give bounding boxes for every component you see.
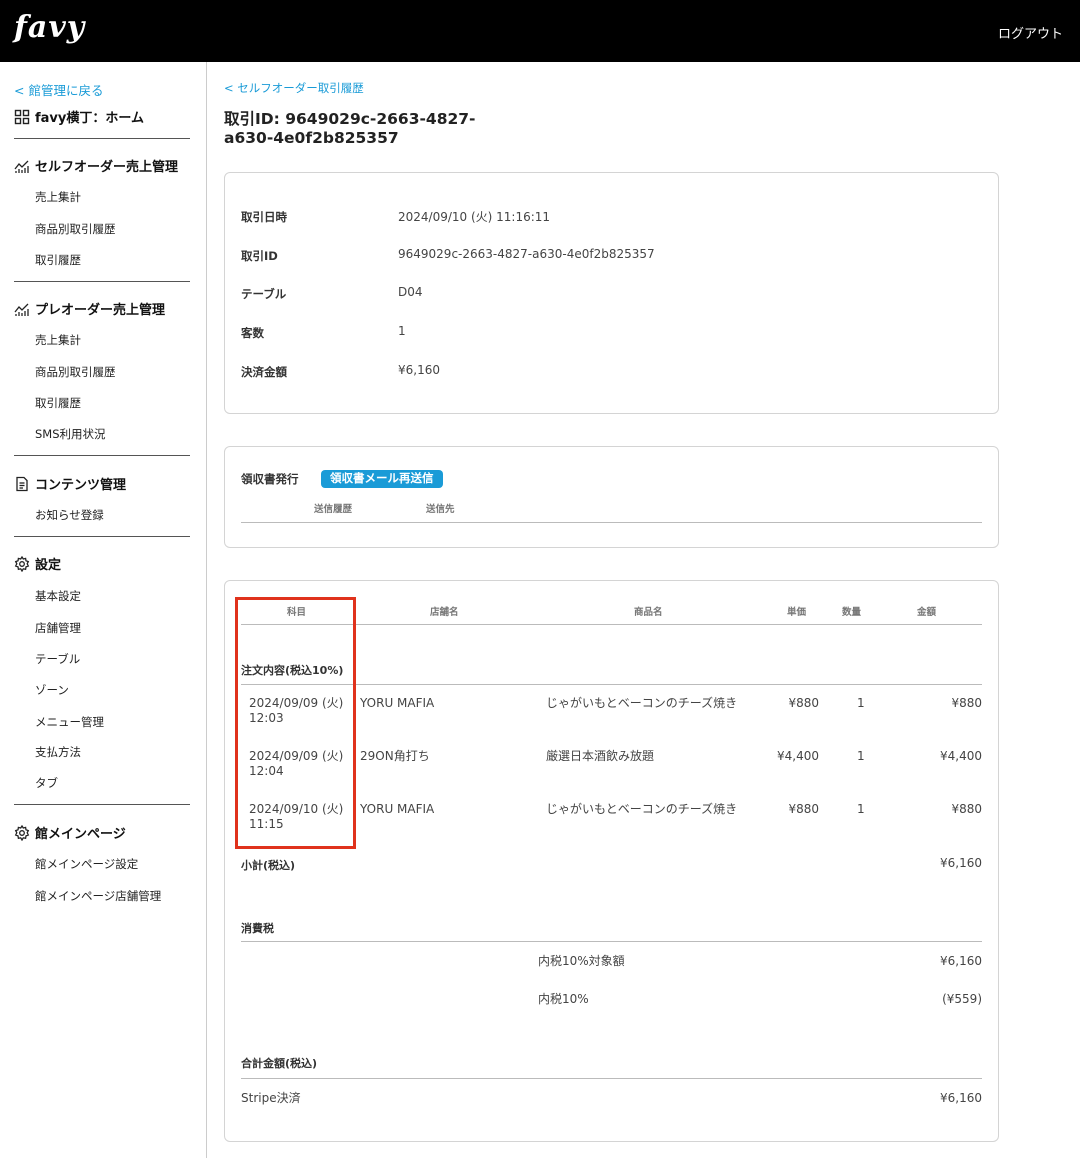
row-product: じゃがいもとベーコンのチーズ焼き xyxy=(546,696,738,710)
col-amount: 金額 xyxy=(917,607,937,618)
sidebar-divider xyxy=(14,281,190,282)
favy-logo[interactable]: favy xyxy=(14,10,85,45)
transaction-summary-card: 取引日時 2024/09/10 (火) 11:16:11 取引ID 964902… xyxy=(224,172,999,414)
sidebar-section-pre-order-sales[interactable]: プレオーダー売上管理 xyxy=(14,299,165,318)
chart-icon xyxy=(14,303,29,316)
sidebar-item-main-page-stores[interactable]: 館メインページ店舗管理 xyxy=(35,888,161,904)
total-divider xyxy=(241,1078,982,1079)
payment-method: Stripe決済 xyxy=(241,1091,301,1105)
gear-icon xyxy=(14,824,30,841)
col-store: 店舗名 xyxy=(430,607,459,618)
back-to-admin-link[interactable]: < 館管理に戻る xyxy=(14,80,103,99)
row-quantity: 1 xyxy=(857,696,865,710)
sidebar-item-payment-methods[interactable]: 支払方法 xyxy=(35,744,81,760)
document-icon xyxy=(16,476,28,491)
summary-label: 取引ID xyxy=(241,249,278,263)
row-product: 厳選日本酒飲み放題 xyxy=(546,749,655,763)
sidebar-item-tabs[interactable]: タブ xyxy=(35,775,58,791)
tax-row-label: 内税10% xyxy=(538,992,589,1006)
summary-label: 客数 xyxy=(241,326,264,340)
row-unit-price: ¥880 xyxy=(788,802,819,816)
sidebar-item-tables[interactable]: テーブル xyxy=(35,651,80,667)
row-store: YORU MAFIA xyxy=(360,696,435,710)
sidebar-section-title: 設定 xyxy=(35,558,62,573)
sidebar-section-settings[interactable]: 設定 xyxy=(14,554,61,573)
receipt-col-history: 送信履歴 xyxy=(314,504,353,515)
sidebar-item-main-page-settings[interactable]: 館メインページ設定 xyxy=(35,856,138,872)
receipt-label: 領収書発行 xyxy=(241,472,299,486)
sidebar-item-sms-usage[interactable]: SMS利用状況 xyxy=(35,426,106,442)
sidebar-item-news[interactable]: お知らせ登録 xyxy=(35,507,104,523)
row-amount: ¥4,400 xyxy=(940,749,982,763)
tax-row-value: (¥559) xyxy=(942,992,982,1006)
highlight-box xyxy=(235,597,356,849)
sidebar-section-title: 館メインページ xyxy=(35,827,126,842)
sidebar-item-sales-summary[interactable]: 売上集計 xyxy=(35,332,81,348)
row-store: 29ON角打ち xyxy=(360,749,430,763)
row-product: じゃがいもとベーコンのチーズ焼き xyxy=(546,802,738,816)
col-product: 商品名 xyxy=(634,607,663,618)
tax-divider xyxy=(241,941,982,942)
sidebar-item-sales-summary[interactable]: 売上集計 xyxy=(35,189,81,205)
sidebar-divider xyxy=(14,536,190,537)
row-amount: ¥880 xyxy=(951,802,982,816)
tax-row-value: ¥6,160 xyxy=(940,954,982,968)
summary-value: ¥6,160 xyxy=(398,363,440,377)
sidebar-divider xyxy=(14,138,190,139)
summary-label: 決済金額 xyxy=(241,365,287,379)
sidebar-section-title: コンテンツ管理 xyxy=(35,478,127,493)
row-store: YORU MAFIA xyxy=(360,802,435,816)
col-quantity: 数量 xyxy=(842,607,862,618)
tax-section-label: 消費税 xyxy=(241,922,274,935)
receipt-col-destination: 送信先 xyxy=(426,504,455,515)
sidebar-item-zones[interactable]: ゾーン xyxy=(35,682,69,698)
receipt-divider xyxy=(241,522,982,523)
subtotal-label: 小計(税込) xyxy=(241,859,296,872)
summary-value: 1 xyxy=(398,324,406,338)
gear-icon xyxy=(14,555,30,572)
tax-row-label: 内税10%対象額 xyxy=(538,954,625,968)
sidebar-item-basic-settings[interactable]: 基本設定 xyxy=(35,588,81,604)
receipt-card: 領収書発行 領収書メール再送信 送信履歴 送信先 xyxy=(224,446,999,548)
sidebar-home-label: favy横丁：ホーム xyxy=(35,111,144,126)
summary-value: 2024/09/10 (火) 11:16:11 xyxy=(398,210,551,224)
row-amount: ¥880 xyxy=(951,696,982,710)
sidebar-item-transaction-history[interactable]: 取引履歴 xyxy=(35,395,81,411)
summary-label: テーブル xyxy=(241,287,287,301)
sidebar-divider xyxy=(14,804,190,805)
sidebar-item-transaction-history[interactable]: 取引履歴 xyxy=(35,252,81,268)
chart-icon xyxy=(14,160,29,173)
col-unit-price: 単価 xyxy=(787,607,807,618)
sidebar-section-self-order-sales[interactable]: セルフオーダー売上管理 xyxy=(14,156,178,175)
sidebar-section-title: セルフオーダー売上管理 xyxy=(35,160,179,175)
sidebar-item-product-history[interactable]: 商品別取引履歴 xyxy=(35,221,116,237)
sidebar: < 館管理に戻る favy横丁：ホーム セルフオーダー売上管理 売上集計 商品別… xyxy=(0,62,207,1158)
sidebar-section-main-page[interactable]: 館メインページ xyxy=(14,823,126,842)
sidebar-home[interactable]: favy横丁：ホーム xyxy=(14,107,144,126)
subtotal-value: ¥6,160 xyxy=(940,856,982,870)
row-unit-price: ¥880 xyxy=(788,696,819,710)
order-detail-card: 科目 店舗名 商品名 単価 数量 金額 注文内容(税込10%) 2024/09/… xyxy=(224,580,999,1142)
row-unit-price: ¥4,400 xyxy=(777,749,819,763)
top-bar: favy ログアウト xyxy=(0,0,1080,62)
row-quantity: 1 xyxy=(857,802,865,816)
summary-label: 取引日時 xyxy=(241,210,287,224)
total-section-label: 合計金額(税込) xyxy=(241,1057,318,1070)
total-value: ¥6,160 xyxy=(940,1091,982,1105)
logout-button[interactable]: ログアウト xyxy=(998,23,1063,42)
main-content: < セルフオーダー取引履歴 取引ID: 9649029c-2663-4827-a… xyxy=(224,62,1080,1158)
resend-receipt-button[interactable]: 領収書メール再送信 xyxy=(321,470,443,488)
sidebar-divider xyxy=(14,455,190,456)
grid-icon xyxy=(14,109,30,124)
sidebar-section-content[interactable]: コンテンツ管理 xyxy=(14,474,126,493)
summary-value: 9649029c-2663-4827-a630-4e0f2b825357 xyxy=(398,247,655,261)
breadcrumb-transaction-history[interactable]: < セルフオーダー取引履歴 xyxy=(224,80,364,96)
summary-value: D04 xyxy=(398,285,423,299)
sidebar-item-store-management[interactable]: 店舗管理 xyxy=(35,620,81,636)
row-quantity: 1 xyxy=(857,749,865,763)
page-title: 取引ID: 9649029c-2663-4827-a630-4e0f2b8253… xyxy=(224,110,476,147)
sidebar-section-title: プレオーダー売上管理 xyxy=(35,303,166,318)
sidebar-item-product-history[interactable]: 商品別取引履歴 xyxy=(35,364,116,380)
sidebar-item-menu-management[interactable]: メニュー管理 xyxy=(35,714,104,730)
